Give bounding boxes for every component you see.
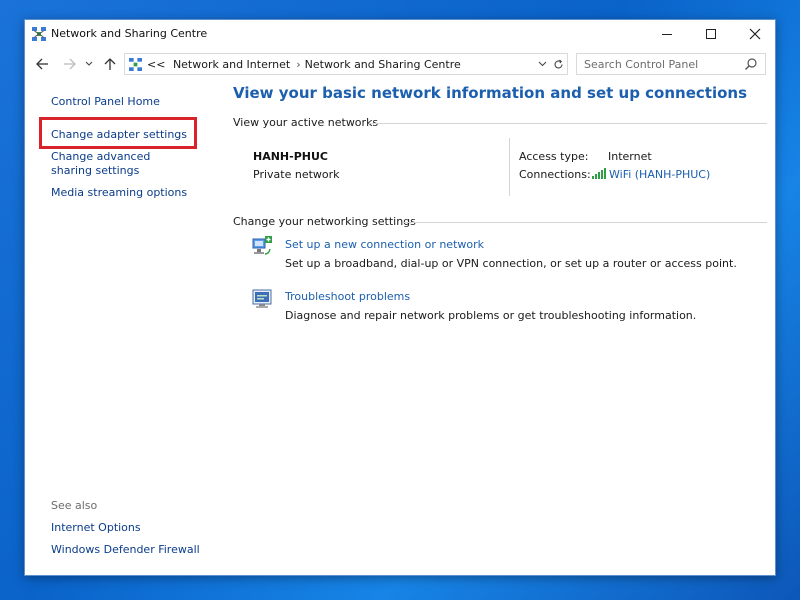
troubleshoot-link[interactable]: Troubleshoot problems xyxy=(285,290,410,303)
refresh-button[interactable] xyxy=(551,57,565,71)
sidebar-link-change-adapter-settings[interactable]: Change adapter settings xyxy=(51,128,187,142)
network-type: Private network xyxy=(253,168,340,181)
sidebar: Control Panel Home Change adapter settin… xyxy=(25,80,225,575)
connections-label: Connections: xyxy=(519,168,591,181)
navigation-bar: << Network and Internet › Network and Shar… xyxy=(25,51,775,77)
active-networks-heading: View your active networks xyxy=(233,116,379,129)
setup-connection-link[interactable]: Set up a new connection or network xyxy=(285,238,484,251)
address-bar[interactable]: << Network and Internet › Network and Shar… xyxy=(124,53,568,75)
networking-settings-heading: Change your networking settings xyxy=(233,215,416,228)
vertical-divider xyxy=(509,138,510,196)
section-divider xyxy=(369,123,767,124)
title-bar[interactable]: Network and Sharing Centre xyxy=(25,20,775,48)
maximize-button[interactable] xyxy=(689,20,733,48)
breadcrumb: << Network and Internet › Network and Shar… xyxy=(147,58,465,71)
arrow-right-icon xyxy=(63,58,76,70)
up-button[interactable] xyxy=(100,54,120,74)
breadcrumb-network-sharing[interactable]: Network and Sharing Centre xyxy=(305,58,461,71)
forward-button[interactable] xyxy=(59,54,79,74)
sidebar-link-change-advanced-sharing[interactable]: Change advanced sharing settings xyxy=(51,150,191,178)
section-divider xyxy=(403,222,767,223)
arrow-left-icon xyxy=(35,58,48,70)
search-box[interactable] xyxy=(576,53,766,75)
wifi-connection-link[interactable]: WiFi (HANH-PHUC) xyxy=(609,168,710,181)
refresh-icon xyxy=(553,59,563,68)
address-dropdown-button[interactable] xyxy=(535,57,549,71)
main-content: View your basic network information and … xyxy=(233,80,773,575)
sidebar-link-internet-options[interactable]: Internet Options xyxy=(51,521,141,535)
network-center-icon xyxy=(32,27,46,41)
search-icon[interactable] xyxy=(744,57,758,71)
page-title: View your basic network information and … xyxy=(233,84,747,102)
chevron-down-icon xyxy=(85,61,93,66)
breadcrumb-separator-icon[interactable]: › xyxy=(296,58,300,71)
troubleshoot-description: Diagnose and repair network problems or … xyxy=(285,309,697,322)
access-type-label: Access type: xyxy=(519,150,589,163)
back-button[interactable] xyxy=(32,54,52,74)
search-input[interactable] xyxy=(578,55,738,73)
minimize-icon xyxy=(662,33,672,35)
setup-connection-description: Set up a broadband, dial-up or VPN conne… xyxy=(285,257,737,270)
troubleshoot-icon xyxy=(252,289,272,308)
network-center-icon xyxy=(129,58,142,71)
chevron-down-icon xyxy=(538,61,546,67)
recent-locations-button[interactable] xyxy=(83,54,95,74)
close-icon xyxy=(749,28,761,40)
new-connection-icon xyxy=(252,236,272,255)
minimize-button[interactable] xyxy=(645,20,689,48)
see-also-heading: See also xyxy=(51,499,98,512)
sidebar-link-control-panel-home[interactable]: Control Panel Home xyxy=(51,95,160,109)
maximize-icon xyxy=(706,29,716,39)
network-sharing-window: Network and Sharing Centre << Network an… xyxy=(24,19,776,576)
wifi-signal-icon xyxy=(592,168,606,179)
network-name: HANH-PHUC xyxy=(253,150,328,163)
access-type-value: Internet xyxy=(608,150,652,163)
arrow-up-icon xyxy=(104,57,116,70)
sidebar-link-windows-firewall[interactable]: Windows Defender Firewall xyxy=(51,543,200,557)
sidebar-link-media-streaming[interactable]: Media streaming options xyxy=(51,186,187,200)
breadcrumb-overflow[interactable]: << xyxy=(147,58,165,71)
close-button[interactable] xyxy=(733,20,777,48)
breadcrumb-network-internet[interactable]: Network and Internet xyxy=(173,58,290,71)
window-title: Network and Sharing Centre xyxy=(51,27,208,40)
